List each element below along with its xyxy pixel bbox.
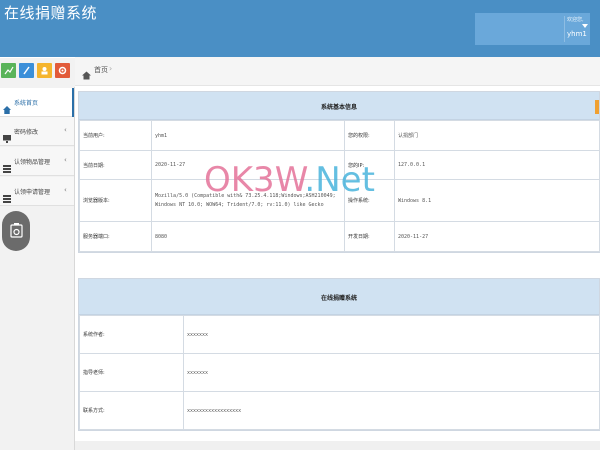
value-contact: xxxxxxxxxxxxxxxxxx <box>183 391 600 430</box>
value-os: Windows 8.1 <box>394 179 600 222</box>
sidebar-item-label: 认领申请管理 <box>14 189 51 196</box>
label-dev-date: 开发日期: <box>344 221 395 252</box>
value-author: xxxxxxx <box>183 315 600 354</box>
sidebar: 系统首页 密码修改 ‹ 认领物品管理 ‹ 认领申请管理 ‹ <box>0 87 75 450</box>
value-port: 8080 <box>151 221 345 252</box>
chevron-left-icon: ‹ <box>64 156 67 164</box>
user-name: yhm1 <box>567 30 587 38</box>
value-current-user: yhm1 <box>151 120 345 151</box>
label-permission: 您的权限: <box>344 120 395 151</box>
pencil-icon[interactable] <box>19 63 34 78</box>
breadcrumb-separator: › <box>109 64 113 73</box>
value-permission: 认捐部门 <box>394 120 600 151</box>
label-contact: 联系方式: <box>79 391 184 430</box>
side-tab[interactable] <box>595 100 599 114</box>
label-current-user: 当前用户: <box>79 120 152 151</box>
table-row: 联系方式: xxxxxxxxxxxxxxxxxx <box>79 391 600 430</box>
chart-icon[interactable] <box>1 63 16 78</box>
home-icon <box>3 99 11 118</box>
label-author: 系统作者: <box>79 315 184 354</box>
camera-button[interactable] <box>2 211 30 251</box>
label-teacher: 指导老师: <box>79 353 184 392</box>
user-welcome-text: 欢迎您, <box>567 17 584 23</box>
list-icon <box>3 188 11 207</box>
watermark-part: Net <box>315 160 375 200</box>
sidebar-item-password[interactable]: 密码修改 ‹ <box>0 117 74 146</box>
sidebar-item-claim-goods[interactable]: 认领物品管理 ‹ <box>0 147 74 176</box>
system-about-table: 系统作者: xxxxxxx 指导老师: xxxxxxx 联系方式: xxxxxx… <box>79 315 600 430</box>
table-row: 当前用户: yhm1 您的权限: 认捐部门 <box>79 120 600 151</box>
monitor-icon <box>3 128 11 147</box>
panel-header: 系统基本信息 <box>79 92 599 120</box>
panel-title: 系统基本信息 <box>320 104 357 111</box>
sidebar-item-home[interactable]: 系统首页 <box>0 88 74 117</box>
bottom-scrollbar-area <box>75 441 600 450</box>
gear-icon[interactable] <box>55 63 70 78</box>
table-row: 系统作者: xxxxxxx <box>79 315 600 354</box>
caret-down-icon[interactable] <box>582 24 588 28</box>
label-current-date: 当前日期: <box>79 150 152 180</box>
sidebar-item-claim-apply[interactable]: 认领申请管理 ‹ <box>0 177 74 206</box>
watermark-part: . <box>304 160 316 200</box>
sidebar-item-label: 密码修改 <box>14 129 39 136</box>
table-row: 指导老师: xxxxxxx <box>79 353 600 392</box>
watermark: OK3W.Net <box>204 160 375 200</box>
top-header: 在线捐赠系统 欢迎您, yhm1 <box>0 0 600 57</box>
users-icon[interactable] <box>37 63 52 78</box>
panel-title: 在线捐赠系统 <box>320 295 357 302</box>
label-port: 服务器端口: <box>79 221 152 252</box>
sidebar-item-label: 系统首页 <box>14 100 39 107</box>
value-ip: 127.0.0.1 <box>394 150 600 180</box>
main-content: 系统基本信息 当前用户: yhm1 您的权限: 认捐部门 当前日期: 2020-… <box>75 87 600 450</box>
home-icon <box>82 65 91 84</box>
watermark-part: OK3W <box>204 160 305 200</box>
app-title: 在线捐赠系统 <box>4 4 98 22</box>
user-divider <box>564 16 565 42</box>
value-teacher: xxxxxxx <box>183 353 600 392</box>
label-browser: 浏览器版本: <box>79 179 152 222</box>
user-menu[interactable]: 欢迎您, yhm1 <box>475 13 590 45</box>
value-dev-date: 2020-11-27 <box>394 221 600 252</box>
sidebar-item-label: 认领物品管理 <box>14 159 51 166</box>
chevron-left-icon: ‹ <box>64 186 67 194</box>
breadcrumb: 首页 › <box>75 57 600 86</box>
shortcut-bar <box>0 58 75 87</box>
active-indicator <box>72 88 74 117</box>
list-icon <box>3 158 11 177</box>
system-about-panel: 在线捐赠系统 系统作者: xxxxxxx 指导老师: xxxxxxx 联系方式:… <box>78 278 600 431</box>
chevron-left-icon: ‹ <box>64 126 67 134</box>
table-row: 服务器端口: 8080 开发日期: 2020-11-27 <box>79 221 600 252</box>
camera-icon <box>10 223 23 238</box>
breadcrumb-home-link[interactable]: 首页 <box>94 65 108 75</box>
panel-header: 在线捐赠系统 <box>79 279 599 315</box>
